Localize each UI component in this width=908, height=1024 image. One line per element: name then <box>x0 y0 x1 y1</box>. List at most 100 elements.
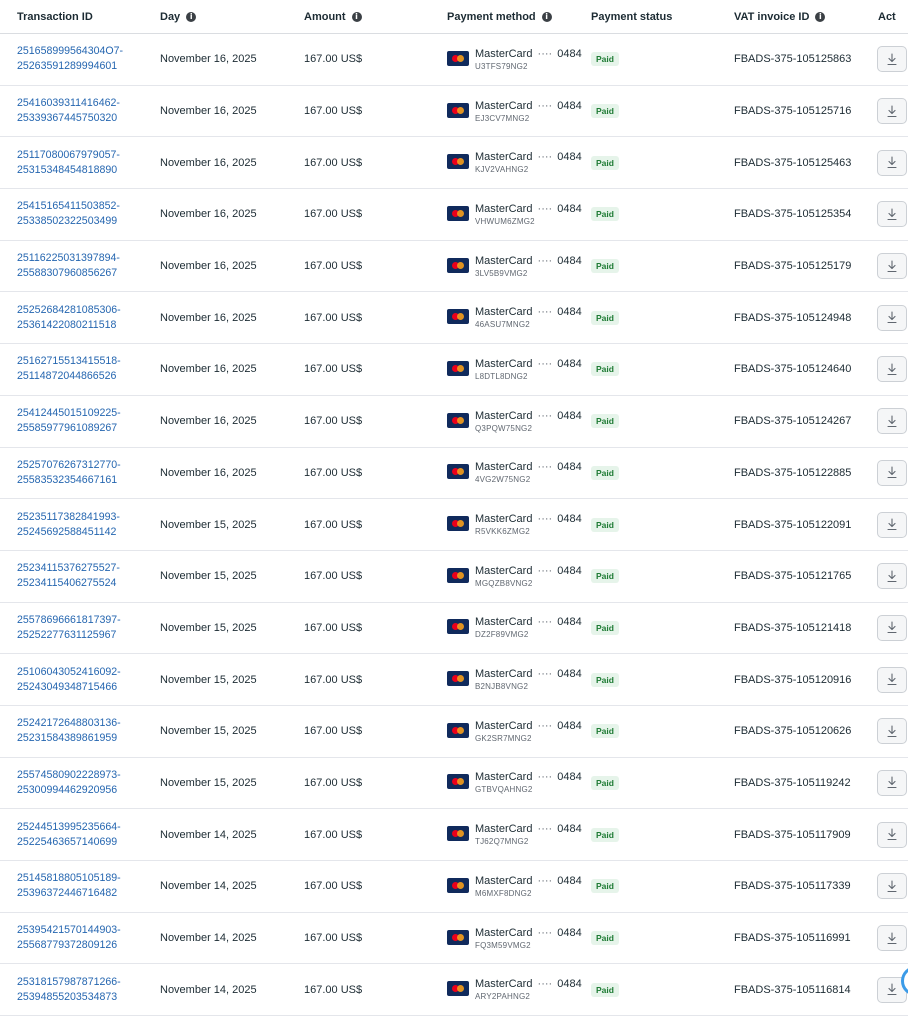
payment-method-cell: MasterCard ···· 0484 GK2SR7MNG2 <box>447 706 582 757</box>
day-cell: November 16, 2025 <box>160 105 257 118</box>
download-invoice-button[interactable] <box>877 718 907 745</box>
card-brand: MasterCard ···· 0484 <box>475 926 582 940</box>
amount-cell: 167.00 US$ <box>304 570 363 583</box>
transaction-id-link[interactable]: 25235117382841993- 25245692588451142 <box>17 510 120 540</box>
transaction-id-link[interactable]: 25242172648803136- 25231584389861959 <box>17 716 121 746</box>
transaction-id-link[interactable]: 25116225031397894- 25588307960856267 <box>17 251 120 281</box>
payment-method-cell: MasterCard ···· 0484 MGQZB8VNG2 <box>447 551 582 602</box>
status-badge: Paid <box>591 310 619 325</box>
payment-method-text: MasterCard ···· 0484 FQ3M59VMG2 <box>475 926 582 951</box>
download-invoice-button[interactable] <box>877 98 907 125</box>
vat-invoice-id-cell: FBADS-375-105125716 <box>734 105 852 118</box>
transaction-id-link[interactable]: 251658999564304O7- 25263591289994601 <box>17 44 123 74</box>
payment-status-cell: Paid <box>591 499 619 550</box>
download-invoice-button[interactable] <box>877 253 907 280</box>
transaction-id-link[interactable]: 25234115376275527- 25234115406275524 <box>17 561 120 591</box>
transaction-id-link[interactable]: 25395421570144903- 25568779372809126 <box>17 923 121 953</box>
status-badge: Paid <box>591 207 619 222</box>
header-day[interactable]: Day i <box>160 0 197 33</box>
payment-method-text: MasterCard ···· 0484 TJ62Q7MNG2 <box>475 822 582 847</box>
day-cell: November 16, 2025 <box>160 415 257 428</box>
download-invoice-button[interactable] <box>877 511 907 538</box>
download-icon <box>887 466 897 479</box>
payment-status-cell: Paid <box>591 861 619 912</box>
table-row: 25162715513415518- 25114872044866526 Nov… <box>0 344 908 396</box>
transaction-id-link[interactable]: 25106043052416092- 25243049348715466 <box>17 665 121 695</box>
transaction-id-link[interactable]: 25415165411503852- 25338502322503499 <box>17 199 120 229</box>
header-vat-invoice-id[interactable]: VAT invoice ID i <box>734 0 826 33</box>
transaction-id-cell: 25578696661817397- 25252277631125967 <box>17 603 121 654</box>
download-invoice-button[interactable] <box>877 46 907 73</box>
transaction-id-link[interactable]: 25162715513415518- 25114872044866526 <box>17 354 121 384</box>
download-invoice-button[interactable] <box>877 459 907 486</box>
transaction-id-part2: 25263591289994601 <box>17 60 118 73</box>
mastercard-icon <box>447 826 469 842</box>
download-invoice-button[interactable] <box>877 356 907 383</box>
transaction-id-link[interactable]: 25412445015109225- 25585977961089267 <box>17 406 121 436</box>
card-name: MasterCard <box>475 202 533 215</box>
transaction-id-part2: 25338502322503499 <box>17 215 118 228</box>
mastercard-icon <box>447 929 469 945</box>
download-invoice-button[interactable] <box>877 769 907 796</box>
payment-method-cell: MasterCard ···· 0484 Q3PQW75NG2 <box>447 396 582 447</box>
action-cell <box>877 706 907 757</box>
status-badge: Paid <box>591 362 619 377</box>
header-transaction-id[interactable]: Transaction ID <box>17 0 93 33</box>
payment-method: MasterCard ···· 0484 KJV2VAHNG2 <box>447 150 582 175</box>
mastercard-icon <box>447 877 469 893</box>
info-icon[interactable]: i <box>815 11 826 22</box>
card-mask: ···· <box>537 719 553 732</box>
transaction-id-link[interactable]: 25416039311416462- 25339367445750320 <box>17 96 120 126</box>
payment-method-cell: MasterCard ···· 0484 ARY2PAHNG2 <box>447 964 582 1015</box>
payment-method-text: MasterCard ···· 0484 B2NJB8VNG2 <box>475 667 582 692</box>
transaction-id-link[interactable]: 25145818805105189- 25396372446716482 <box>17 871 121 901</box>
transaction-id-link[interactable]: 25252684281085306- 25361422080211518 <box>17 303 121 333</box>
download-invoice-button[interactable] <box>877 873 907 900</box>
status-badge: Paid <box>591 724 619 739</box>
payment-method-text: MasterCard ···· 0484 46ASU7MNG2 <box>475 305 582 330</box>
card-brand: MasterCard ···· 0484 <box>475 822 582 836</box>
card-last4: 0484 <box>557 513 582 526</box>
transaction-id-link[interactable]: 25574580902228973- 25300994462920956 <box>17 768 121 798</box>
vat-invoice-id-cell: FBADS-375-105117909 <box>734 828 851 841</box>
payment-status-cell: Paid <box>591 189 619 240</box>
card-brand: MasterCard ···· 0484 <box>475 667 582 681</box>
amount-cell: 167.00 US$ <box>304 673 363 686</box>
transaction-id-link[interactable]: 25257076267312770- 25583532354667161 <box>17 458 121 488</box>
status-badge: Paid <box>591 672 619 687</box>
download-invoice-button[interactable] <box>877 821 907 848</box>
vat-invoice-id-cell: FBADS-375-105116814 <box>734 983 851 996</box>
mastercard-icon <box>447 205 469 221</box>
card-mask: ···· <box>537 357 553 370</box>
header-amount[interactable]: Amount i <box>304 0 362 33</box>
download-icon <box>887 776 897 789</box>
download-invoice-button[interactable] <box>877 614 907 641</box>
payment-method: MasterCard ···· 0484 EJ3CV7MNG2 <box>447 99 582 124</box>
payment-reference: M6MXF8DNG2 <box>475 888 532 898</box>
payment-method-text: MasterCard ···· 0484 3LV5B9VMG2 <box>475 254 582 279</box>
info-icon[interactable]: i <box>541 11 552 22</box>
header-payment-method[interactable]: Payment method i <box>447 0 552 33</box>
download-invoice-button[interactable] <box>877 149 907 176</box>
download-invoice-button[interactable] <box>877 563 907 590</box>
transaction-id-link[interactable]: 25117080067979057- 25315348454818890 <box>17 148 120 178</box>
status-badge: Paid <box>591 414 619 429</box>
card-brand: MasterCard ···· 0484 <box>475 202 582 216</box>
transaction-id-link[interactable]: 25318157987871266- 25394855203534873 <box>17 975 121 1005</box>
download-invoice-button[interactable] <box>877 666 907 693</box>
transaction-id-link[interactable]: 25578696661817397- 25252277631125967 <box>17 613 121 643</box>
download-icon <box>887 415 897 427</box>
info-icon[interactable]: i <box>186 11 197 22</box>
download-invoice-button[interactable] <box>877 925 907 952</box>
download-invoice-button[interactable] <box>877 304 907 331</box>
mastercard-icon <box>447 257 469 273</box>
header-payment-status[interactable]: Payment status <box>591 0 672 33</box>
download-invoice-button[interactable] <box>877 201 907 228</box>
download-invoice-button[interactable] <box>877 408 907 435</box>
payment-reference: EJ3CV7MNG2 <box>475 113 530 123</box>
table-row: 25242172648803136- 25231584389861959 Nov… <box>0 706 908 758</box>
info-icon[interactable]: i <box>351 11 362 22</box>
payment-reference: TJ62Q7MNG2 <box>475 837 529 847</box>
mastercard-icon <box>447 50 469 66</box>
transaction-id-link[interactable]: 25244513995235664- 25225463657140699 <box>17 820 121 850</box>
